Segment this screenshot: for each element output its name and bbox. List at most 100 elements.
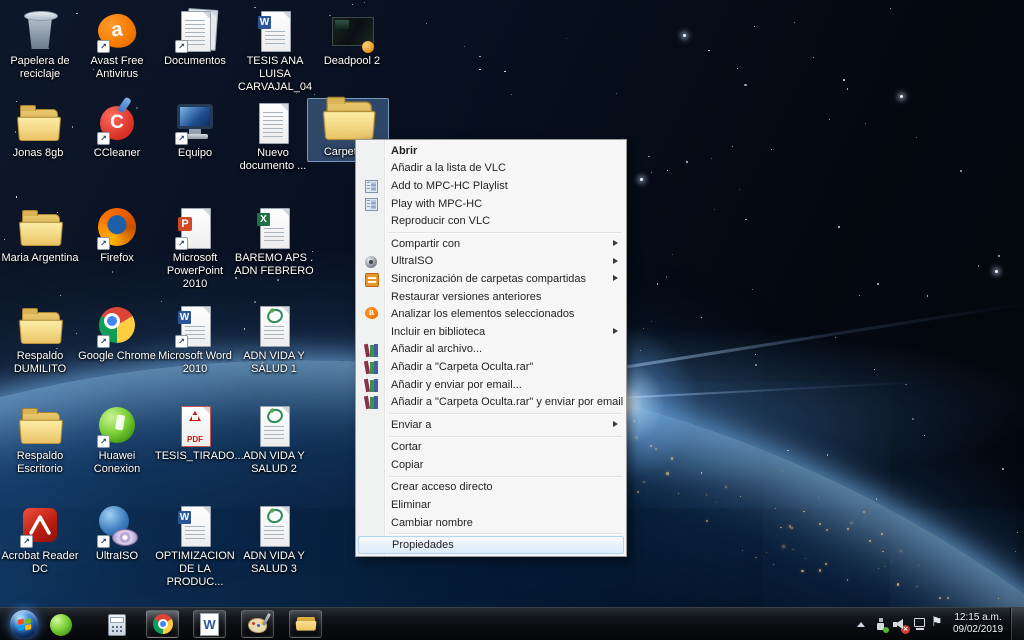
desktop-icon-adn-vida-1[interactable]: ADN VIDA Y SÁLUD 1 — [234, 303, 314, 376]
safely-remove-hardware-icon[interactable] — [874, 617, 887, 632]
desktop-icon-ccleaner[interactable]: C↗CCleaner — [77, 100, 157, 160]
menu-item-sincronizacion[interactable]: Sincronización de carpetas compartidas — [357, 270, 625, 288]
desktop-icon-adn-vida-2[interactable]: ADN VIDA Y SALUD 2 — [234, 403, 314, 476]
menu-item-anadir-lista-vlc[interactable]: Añadir a la lista de VLC — [357, 160, 625, 178]
desktop-icon-baremo-aps[interactable]: XBAREMO APS . ADN FEBRERO — [234, 205, 314, 278]
winrar-icon — [364, 378, 379, 392]
desktop-icon-label: OPTIMIZACION DE LA PRODUC... — [155, 550, 235, 589]
context-menu: Abrir Añadir a la lista de VLCAdd to MPC-… — [355, 139, 627, 557]
word-doc-icon: W↗ — [172, 303, 218, 349]
menu-item-incluir-biblioteca[interactable]: Incluir en biblioteca — [357, 323, 625, 341]
menu-item-reproducir-vlc[interactable]: Reproducir con VLC — [357, 212, 625, 230]
menu-item-label: Abrir — [391, 145, 417, 157]
folder-icon — [17, 303, 63, 349]
green-doc-icon — [251, 403, 297, 449]
menu-item-label: Sincronización de carpetas compartidas — [391, 273, 586, 285]
desktop-icon-word-2010[interactable]: W↗Microsoft Word 2010 — [155, 303, 235, 376]
menu-item-analizar-avast[interactable]: aAnalizar los elementos seleccionados — [357, 305, 625, 323]
desktop-icon-equipo[interactable]: ↗Equipo — [155, 100, 235, 160]
desktop-icon-acrobat-reader[interactable]: ↗Acrobat Reader DC — [0, 503, 80, 576]
text-doc-icon — [250, 100, 296, 146]
menu-item-label: Incluir en biblioteca — [391, 326, 485, 338]
menu-item-add-mpc-playlist[interactable]: Add to MPC-HC Playlist — [357, 177, 625, 195]
folder-icon — [15, 100, 61, 146]
excel-icon: X — [251, 205, 297, 251]
desktop-icon-tesis-tirado[interactable]: PDFTESIS_TIRADO... — [155, 403, 235, 463]
desktop-icon-google-chrome[interactable]: ↗Google Chrome — [77, 303, 157, 363]
show-hidden-icons-icon[interactable] — [857, 622, 865, 627]
desktop-icon-label: Acrobat Reader DC — [0, 550, 80, 576]
mpc-hc-icon — [364, 197, 379, 211]
recycle-bin-icon — [17, 8, 63, 54]
pinned-calculator-button[interactable] — [105, 613, 129, 637]
desktop-icon-label: UltraISO — [77, 550, 157, 563]
windows-flag-icon — [17, 618, 31, 630]
desktop-icon-papelera[interactable]: Papelera de reciclaje — [0, 8, 80, 81]
menu-item-eliminar[interactable]: Eliminar — [357, 496, 625, 514]
desktop[interactable]: Papelera de reciclajea↗Avast Free Antivi… — [0, 0, 1024, 640]
desktop-icon-adn-vida-3[interactable]: ADN VIDA Y SALUD 3 — [234, 503, 314, 576]
desktop-icon-respaldo-dumilito[interactable]: Respaldo DUMILITO — [0, 303, 80, 376]
desktop-icon-maria-argentina[interactable]: Maria Argentina — [0, 205, 80, 265]
desktop-icon-powerpoint-2010[interactable]: P↗Microsoft PowerPoint 2010 — [155, 205, 235, 291]
submenu-arrow-icon — [613, 275, 618, 281]
desktop-icon-optimizacion[interactable]: WOPTIMIZACION DE LA PRODUC... — [155, 503, 235, 589]
desktop-icon-huawei-conexion[interactable]: ↗Huawei Conexion — [77, 403, 157, 476]
menu-item-label: Reproducir con VLC — [391, 215, 490, 227]
volume-muted-icon[interactable]: × — [893, 617, 909, 632]
menu-separator — [389, 533, 622, 534]
menu-item-compartir-con[interactable]: Compartir con — [357, 235, 625, 253]
action-center-icon[interactable]: ⚑ — [931, 614, 945, 632]
desktop-icon-documentos[interactable]: ↗Documentos — [155, 8, 235, 68]
pinned-huawei-modem-button[interactable] — [49, 613, 73, 637]
menu-item-anadir-rar-email[interactable]: Añadir a "Carpeta Oculta.rar" y enviar p… — [357, 393, 625, 411]
menu-item-ultraiso[interactable]: UltraISO — [357, 253, 625, 271]
shortcut-arrow-icon: ↗ — [97, 435, 110, 448]
menu-item-label: Eliminar — [391, 499, 431, 511]
menu-item-anadir-email[interactable]: Añadir y enviar por email... — [357, 376, 625, 394]
menu-item-anadir-rar[interactable]: Añadir a "Carpeta Oculta.rar" — [357, 358, 625, 376]
menu-item-label: Copiar — [391, 459, 423, 471]
menu-item-cambiar-nombre[interactable]: Cambiar nombre — [357, 514, 625, 532]
shortcut-arrow-icon: ↗ — [175, 132, 188, 145]
menu-item-cortar[interactable]: Cortar — [357, 439, 625, 457]
menu-item-crear-acceso[interactable]: Crear acceso directo — [357, 479, 625, 497]
desktop-icon-avast[interactable]: a↗Avast Free Antivirus — [77, 8, 157, 81]
start-button[interactable] — [10, 610, 38, 638]
desktop-icon-label: ADN VIDA Y SALUD 3 — [234, 550, 314, 576]
winrar-icon — [364, 343, 379, 357]
taskbar-chrome-button[interactable] — [146, 610, 179, 638]
menu-item-label: Restaurar versiones anteriores — [391, 291, 541, 303]
desktop-icon-label: Deadpool 2 — [312, 55, 392, 68]
desktop-icon-nuevo-documento[interactable]: Nuevo documento ... — [233, 100, 313, 173]
desktop-icon-respaldo-escritorio[interactable]: Respaldo Escritorio — [0, 403, 80, 476]
desktop-icon-ultraiso[interactable]: ↗UltraISO — [77, 503, 157, 563]
taskbar-paint-button[interactable] — [241, 610, 274, 638]
desktop-icon-tesis-ana-luisa[interactable]: WTESIS ANA LUISA CARVAJAL_04 — [235, 8, 315, 94]
desktop-icon-jonas-8gb[interactable]: Jonas 8gb — [0, 100, 78, 160]
desktop-icon-firefox[interactable]: ↗Firefox — [77, 205, 157, 265]
menu-item-enviar-a[interactable]: Enviar a — [357, 416, 625, 434]
taskbar-explorer-button[interactable] — [289, 610, 322, 638]
desktop-icon-label: TESIS ANA LUISA CARVAJAL_04 — [235, 55, 315, 94]
menu-item-copiar[interactable]: Copiar — [357, 456, 625, 474]
winrar-icon — [364, 360, 379, 374]
avast-icon: a — [364, 307, 379, 321]
desktop-icon-deadpool-2[interactable]: Deadpool 2 — [312, 8, 392, 68]
shortcut-arrow-icon: ↗ — [97, 237, 110, 250]
desktop-icon-label: BAREMO APS . ADN FEBRERO — [234, 252, 314, 278]
taskbar-word-button[interactable]: W — [193, 610, 226, 638]
menu-item-propiedades[interactable]: Propiedades — [358, 536, 624, 554]
desktop-icon-label: Respaldo DUMILITO — [0, 350, 80, 376]
menu-item-abrir[interactable]: Abrir — [357, 142, 625, 160]
menu-item-anadir-archivo[interactable]: Añadir al archivo... — [357, 341, 625, 359]
taskbar-clock[interactable]: 12:15 a.m. 09/02/2019 — [948, 612, 1008, 636]
network-icon[interactable] — [913, 617, 927, 632]
desktop-icon-label: Microsoft PowerPoint 2010 — [155, 252, 235, 291]
show-desktop-button[interactable] — [1010, 608, 1024, 640]
desktop-icon-label: Google Chrome — [77, 350, 157, 363]
menu-item-play-mpc[interactable]: Play with MPC-HC — [357, 195, 625, 213]
menu-separator — [389, 436, 622, 437]
menu-item-restaurar-versiones[interactable]: Restaurar versiones anteriores — [357, 288, 625, 306]
shortcut-arrow-icon: ↗ — [97, 132, 110, 145]
